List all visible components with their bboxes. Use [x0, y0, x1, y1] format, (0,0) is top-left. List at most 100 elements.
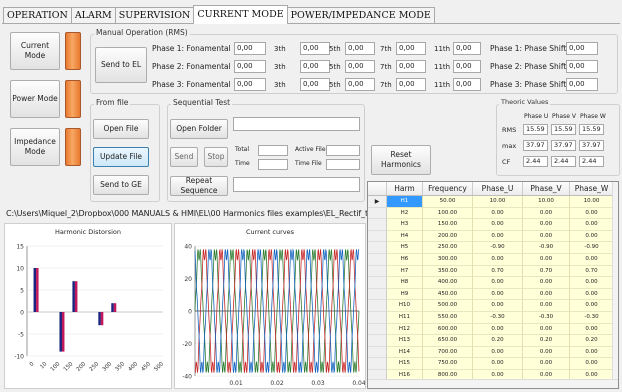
grid-cell[interactable]: 0.00 [523, 300, 570, 312]
grid-cell[interactable]: -0.90 [523, 242, 570, 254]
grid-column-header[interactable]: Phase_U [473, 182, 523, 195]
grid-cell[interactable]: 0.00 [473, 323, 523, 336]
grid-column-header[interactable]: Phase_W [570, 182, 614, 195]
grid-cell[interactable]: 550.00 [423, 312, 473, 324]
table-row[interactable]: H10 500.00 0.00 0.00 0.00 [368, 300, 614, 312]
grid-cell[interactable]: 650.00 [423, 335, 473, 347]
table-row[interactable]: H13 650.00 0.20 0.20 0.20 [368, 335, 614, 347]
grid-cell[interactable]: -0.90 [570, 242, 614, 254]
grid-cell[interactable]: H13 [387, 335, 423, 347]
open-folder-button[interactable]: Open Folder [170, 119, 228, 139]
grid-cell[interactable]: H2 [387, 207, 423, 220]
grid-cell[interactable]: H6 [387, 254, 423, 266]
grid-cell[interactable]: 50.00 [423, 196, 473, 208]
row-selector[interactable] [368, 323, 387, 336]
grid-cell[interactable]: H10 [387, 300, 423, 312]
reset-harmonics-button[interactable]: Reset Harmonics [371, 145, 431, 175]
phase-fundamental-field[interactable]: 0,00 [234, 42, 266, 55]
grid-cell[interactable]: 0.00 [523, 254, 570, 266]
grid-cell[interactable]: 600.00 [423, 323, 473, 336]
grid-cell[interactable]: 450.00 [423, 288, 473, 301]
grid-cell[interactable]: 0.00 [570, 254, 614, 266]
table-row[interactable]: H7 350.00 0.70 0.70 0.70 [368, 265, 614, 278]
impedance-mode-button[interactable]: Impedance Mode [10, 128, 60, 166]
table-row[interactable]: H12 600.00 0.00 0.00 0.00 [368, 323, 614, 336]
harmonic-field[interactable]: 0,00 [453, 42, 481, 55]
table-row[interactable]: H3 150.00 0.00 0.00 0.00 [368, 219, 614, 231]
grid-cell[interactable]: 0.20 [570, 335, 614, 347]
sequence-status-field[interactable] [233, 177, 360, 192]
grid-cell[interactable]: H12 [387, 323, 423, 336]
grid-column-header[interactable]: Harm [387, 182, 423, 195]
grid-cell[interactable]: 0.70 [570, 265, 614, 278]
grid-cell[interactable]: H4 [387, 230, 423, 243]
grid-cell[interactable]: H5 [387, 242, 423, 254]
row-selector[interactable] [368, 207, 387, 220]
grid-cell[interactable]: 0.00 [473, 207, 523, 220]
grid-cell[interactable]: H8 [387, 277, 423, 289]
row-selector[interactable] [368, 300, 387, 312]
grid-cell[interactable]: 0.20 [473, 335, 523, 347]
grid-cell[interactable]: H15 [387, 358, 423, 370]
grid-cell[interactable]: 0.00 [473, 219, 523, 231]
grid-cell[interactable]: 0.70 [523, 265, 570, 278]
grid-cell[interactable]: 0.00 [570, 219, 614, 231]
stop-button[interactable]: Stop [204, 147, 228, 167]
current-mode-button[interactable]: Current Mode [10, 32, 60, 70]
grid-cell[interactable]: 350.00 [423, 265, 473, 278]
grid-cell[interactable]: 10.00 [473, 196, 523, 208]
grid-cell[interactable]: 0.00 [473, 277, 523, 289]
grid-cell[interactable]: 0.00 [523, 207, 570, 220]
grid-cell[interactable]: 0.00 [523, 230, 570, 243]
grid-cell[interactable]: 0.00 [523, 277, 570, 289]
grid-cell[interactable]: 0.00 [570, 277, 614, 289]
grid-cell[interactable]: 0.00 [570, 346, 614, 359]
grid-cell[interactable]: 0.70 [473, 265, 523, 278]
harmonic-field[interactable]: 0,00 [453, 78, 481, 91]
grid-cell[interactable]: 0.00 [473, 358, 523, 370]
grid-cell[interactable]: -0.30 [473, 312, 523, 324]
grid-cell[interactable]: 0.00 [523, 323, 570, 336]
harmonic-field[interactable]: 0,00 [396, 42, 426, 55]
grid-cell[interactable]: 0.00 [523, 346, 570, 359]
grid-cell[interactable]: 0.00 [570, 358, 614, 370]
grid-cell[interactable]: H9 [387, 288, 423, 301]
grid-cell[interactable]: 0.00 [523, 358, 570, 370]
table-row[interactable]: H2 100.00 0.00 0.00 0.00 [368, 207, 614, 220]
table-row[interactable]: H5 250.00 -0.90 -0.90 -0.90 [368, 242, 614, 254]
phase-shift-field[interactable]: 0,00 [566, 60, 598, 73]
grid-cell[interactable]: -0.90 [473, 242, 523, 254]
row-selector[interactable] [368, 358, 387, 370]
send-to-el-button[interactable]: Send to EL [95, 47, 147, 83]
row-selector[interactable] [368, 288, 387, 301]
table-row[interactable]: H14 700.00 0.00 0.00 0.00 [368, 346, 614, 359]
grid-cell[interactable]: 100.00 [423, 207, 473, 220]
grid-cell[interactable]: H3 [387, 219, 423, 231]
total-field[interactable] [258, 145, 288, 156]
grid-cell[interactable]: 10.00 [523, 196, 570, 208]
harmonic-field[interactable]: 0,00 [396, 78, 426, 91]
grid-cell[interactable]: H1 [387, 196, 423, 208]
grid-cell[interactable]: H11 [387, 312, 423, 324]
row-selector[interactable] [368, 242, 387, 254]
harmonic-field[interactable]: 0,00 [453, 60, 481, 73]
grid-cell[interactable]: 150.00 [423, 219, 473, 231]
grid-cell[interactable]: 0.20 [523, 335, 570, 347]
update-file-button[interactable]: Update File [93, 147, 149, 167]
time-file-field[interactable] [326, 159, 360, 170]
grid-cell[interactable]: -0.30 [523, 312, 570, 324]
row-selector[interactable]: ▶ [368, 196, 387, 208]
grid-cell[interactable]: 0.00 [570, 323, 614, 336]
tab-current-mode[interactable]: CURRENT MODE [193, 5, 288, 24]
table-row[interactable]: H9 450.00 0.00 0.00 0.00 [368, 288, 614, 301]
table-row[interactable]: H11 550.00 -0.30 -0.30 -0.30 [368, 312, 614, 324]
grid-cell[interactable]: 300.00 [423, 254, 473, 266]
harmonic-field[interactable]: 0,00 [345, 42, 375, 55]
harmonic-field[interactable]: 0,00 [396, 60, 426, 73]
active-file-field[interactable] [326, 145, 360, 156]
grid-column-header[interactable]: Phase_V [523, 182, 570, 195]
row-selector[interactable] [368, 219, 387, 231]
table-row[interactable]: ▶ H1 50.00 10.00 10.00 10.00 [368, 196, 614, 208]
row-selector[interactable] [368, 265, 387, 278]
grid-cell[interactable]: 0.00 [570, 300, 614, 312]
